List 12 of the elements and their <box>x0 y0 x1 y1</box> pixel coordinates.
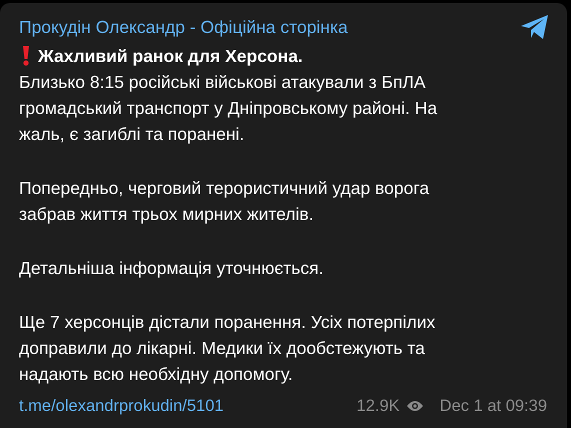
post-heading: Жахливий ранок для Херсона. <box>38 45 303 68</box>
channel-name[interactable]: Прокудін Олександр - Офіційна сторінка <box>19 14 348 40</box>
paper-plane-icon[interactable] <box>520 14 550 40</box>
post-date: Dec 1 at 09:39 <box>440 396 547 417</box>
post-paragraph: Близько 8:15 російські військові атакували з БпЛА громадський транспорт у Дніпровському районі. На жаль, є загиблі та поранені. <box>19 71 438 146</box>
post-paragraph: Ще 7 херсонців дістали поранення. Усіх потерпілих доправили до лікарні. Медики їх дообстежують та надають всю необхідну допомогу. <box>19 311 436 386</box>
post-paragraph: Попередньо, черговий терористичний удар ворога забрав життя трьох мирних жителів. <box>19 177 430 226</box>
exclamation-icon <box>22 46 30 66</box>
post-paragraph: Детальніша інформація уточнюється. <box>19 257 324 280</box>
post-link[interactable]: t.me/olexandrprokudin/5101 <box>19 393 224 419</box>
eye-icon <box>406 400 424 412</box>
view-count: 12.9K <box>356 396 400 417</box>
